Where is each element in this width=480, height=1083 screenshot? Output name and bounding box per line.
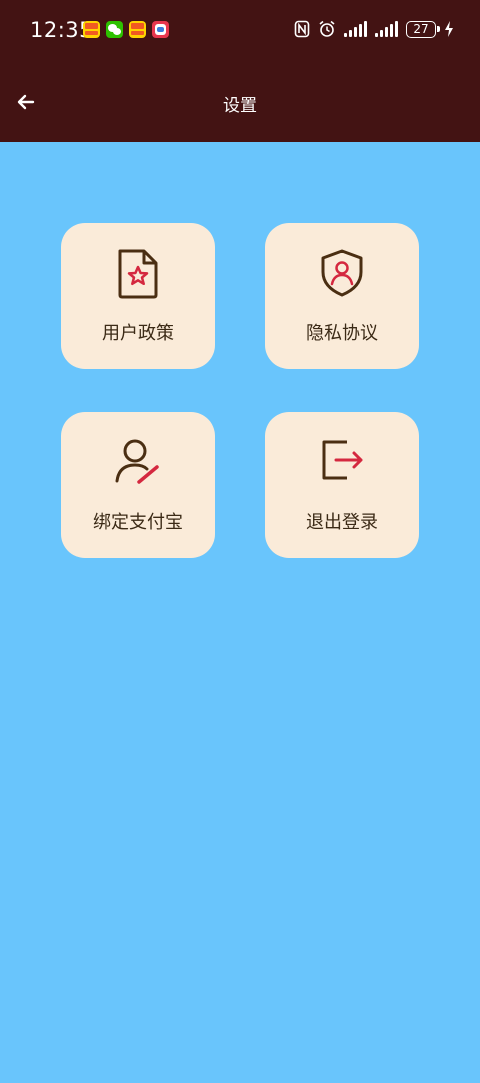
meituan-icon [129, 21, 146, 38]
privacy-agreement-label: 隐私协议 [306, 323, 378, 344]
user-policy-card[interactable]: 用户政策 [61, 223, 215, 369]
status-icons: 27 [294, 20, 454, 38]
bind-alipay-card[interactable]: 绑定支付宝 [61, 412, 215, 558]
settings-grid: 用户政策 隐私协议 绑定支付宝 退出登录 [61, 223, 419, 558]
signal-icon [344, 21, 367, 37]
nav-bar: 设置 [0, 62, 480, 142]
logout-card[interactable]: 退出登录 [265, 412, 419, 558]
charging-icon [445, 21, 453, 37]
nfc-icon [294, 20, 310, 38]
wechat-icon [106, 21, 123, 38]
bind-alipay-label: 绑定支付宝 [93, 512, 183, 533]
meituan-icon [83, 21, 100, 38]
battery-indicator: 27 [406, 20, 440, 38]
app-header: 12:35 27 设置 [0, 0, 480, 142]
user-policy-label: 用户政策 [102, 323, 174, 344]
notification-icons [83, 21, 169, 38]
game-app-icon [152, 21, 169, 38]
signal-icon [375, 21, 398, 37]
privacy-agreement-card[interactable]: 隐私协议 [265, 223, 419, 369]
page-title: 设置 [223, 96, 257, 116]
status-bar: 12:35 27 [0, 0, 480, 62]
logout-label: 退出登录 [306, 512, 378, 533]
logout-icon [322, 440, 363, 480]
shield-user-icon [321, 249, 363, 297]
user-edit-icon [115, 439, 159, 484]
document-star-icon [118, 249, 158, 299]
alarm-icon [319, 20, 335, 37]
